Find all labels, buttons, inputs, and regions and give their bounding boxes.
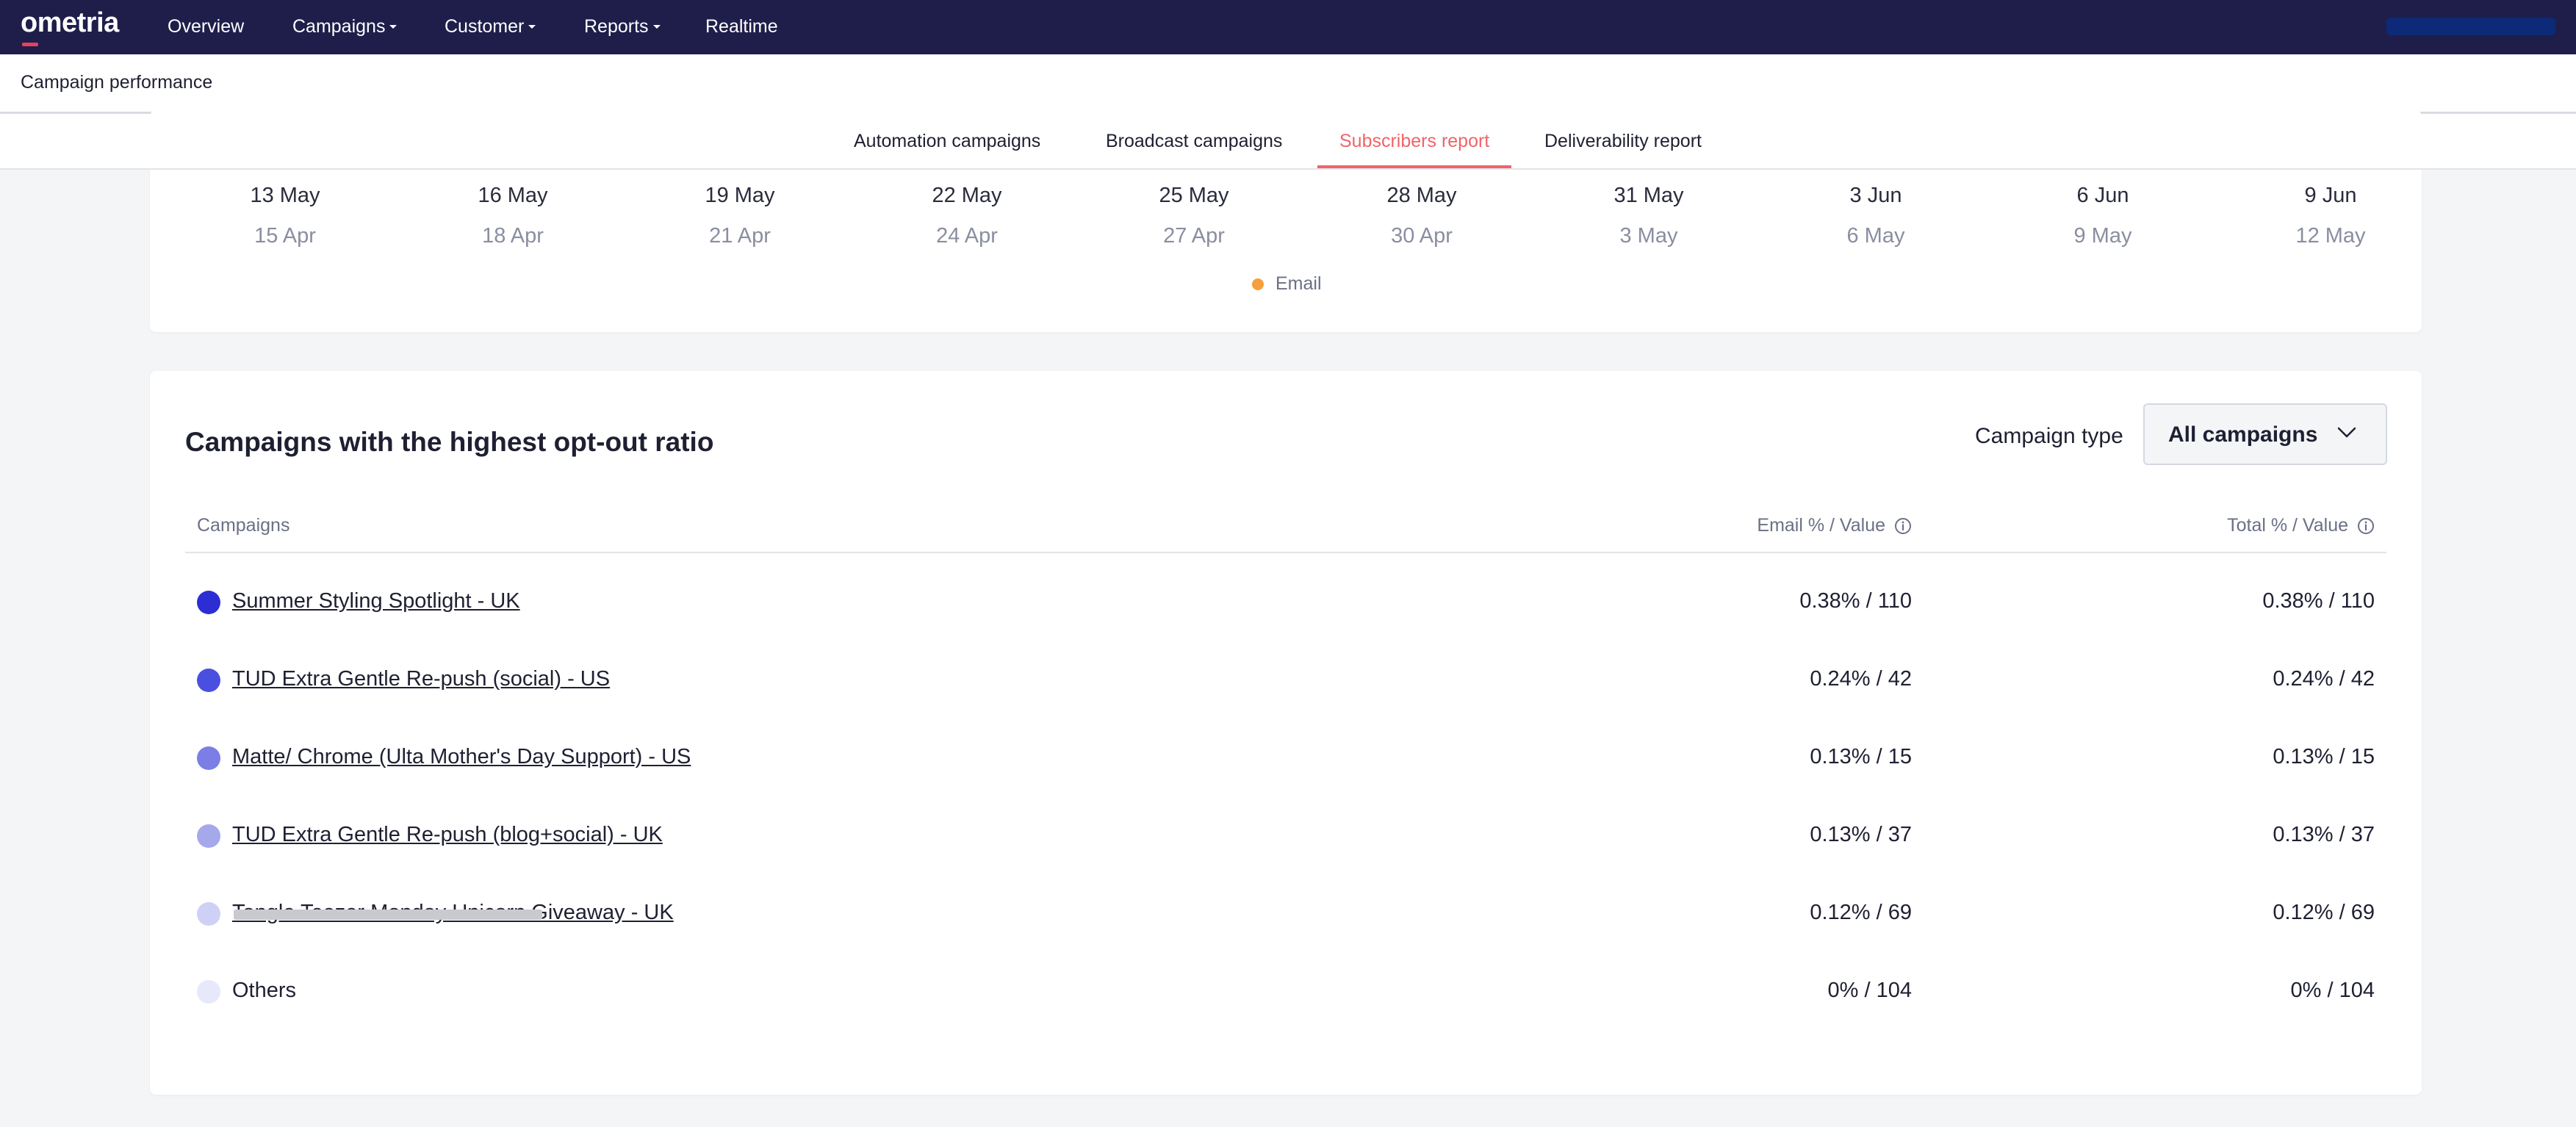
x-tick-label: 13 May xyxy=(250,184,320,207)
table-row: TUD Extra Gentle Re-push (social) - US 0… xyxy=(185,660,2386,704)
opt-out-campaigns-card: Campaigns with the highest opt-out ratio… xyxy=(150,371,2422,1095)
x-tick-label: 22 May xyxy=(932,184,1002,207)
total-value: 0.38% / 110 xyxy=(2262,589,2375,613)
x-tick-label: 3 Jun xyxy=(1849,184,1902,207)
x-tick-label-secondary: 21 Apr xyxy=(709,224,771,248)
table-row: Matte/ Chrome (Ulta Mother's Day Support… xyxy=(185,738,2386,782)
ometria-logo[interactable]: ometria xyxy=(21,7,119,39)
total-value: 0% / 104 xyxy=(2290,979,2375,1002)
x-tick-label-secondary: 6 May xyxy=(1846,224,1905,248)
campaign-color-dot xyxy=(197,591,220,614)
nav-customer-label: Customer xyxy=(445,15,525,37)
email-value: 0% / 104 xyxy=(1827,979,1912,1002)
legend-email-swatch xyxy=(1252,278,1264,290)
tab-subscribers-report[interactable]: Subscribers report xyxy=(1317,127,1512,168)
table-row: Tangle Teezer Monday Unicorn Giveaway - … xyxy=(185,893,2386,937)
campaign-type-select[interactable]: All campaigns xyxy=(2143,403,2387,465)
campaign-type-value: All campaigns xyxy=(2168,422,2318,447)
campaign-link[interactable]: TUD Extra Gentle Re-push (blog+social) -… xyxy=(232,823,663,847)
column-header-email[interactable]: Email % / Value xyxy=(1757,515,1912,536)
table-row: TUD Extra Gentle Re-push (blog+social) -… xyxy=(185,815,2386,860)
chevron-down-icon xyxy=(528,24,536,29)
total-value: 0.12% / 69 xyxy=(2273,901,2375,924)
x-tick-label-secondary: 24 Apr xyxy=(936,224,998,248)
nav-customer[interactable]: Customer xyxy=(445,13,536,40)
x-tick-label: 25 May xyxy=(1159,184,1229,207)
nav-overview-label: Overview xyxy=(168,15,245,37)
tab-deliverability-report[interactable]: Deliverability report xyxy=(1522,127,1724,168)
campaign-color-dot xyxy=(197,824,220,848)
card-title: Campaigns with the highest opt-out ratio xyxy=(185,427,714,457)
page-title: Campaign performance xyxy=(21,72,213,93)
campaign-color-dot xyxy=(197,980,220,1004)
nav-reports[interactable]: Reports xyxy=(584,13,661,40)
x-tick-label: 19 May xyxy=(705,184,775,207)
nav-reports-label: Reports xyxy=(584,15,649,37)
chevron-down-icon xyxy=(652,24,661,29)
x-tick-label-secondary: 30 Apr xyxy=(1391,224,1453,248)
nav-campaigns[interactable]: Campaigns xyxy=(292,13,397,40)
info-icon[interactable] xyxy=(2357,517,2375,535)
top-navigation: ometria Overview Campaigns Customer Repo… xyxy=(0,0,2576,54)
nav-campaigns-label: Campaigns xyxy=(292,15,386,37)
others-label: Others xyxy=(232,979,297,1002)
email-value: 0.38% / 110 xyxy=(1799,589,1912,613)
table-row: Summer Styling Spotlight - UK 0.38% / 11… xyxy=(185,582,2386,626)
x-tick-label: 16 May xyxy=(478,184,548,207)
campaign-type-label: Campaign type xyxy=(1975,424,2123,448)
email-value: 0.13% / 37 xyxy=(1810,823,1912,846)
email-value: 0.24% / 42 xyxy=(1810,667,1912,691)
column-header-campaigns[interactable]: Campaigns xyxy=(197,515,289,536)
campaign-link[interactable]: Summer Styling Spotlight - UK xyxy=(232,589,520,613)
x-tick-label-secondary: 27 Apr xyxy=(1163,224,1225,248)
table-row: Others 0% / 104 0% / 104 xyxy=(185,971,2386,1015)
x-tick-label-secondary: 9 May xyxy=(2073,224,2132,248)
nav-overview[interactable]: Overview xyxy=(168,13,244,40)
tab-automation-campaigns[interactable]: Automation campaigns xyxy=(832,127,1062,168)
table-header: Campaigns Email % / Value Total % / Valu… xyxy=(185,515,2386,553)
campaign-link[interactable]: Matte/ Chrome (Ulta Mother's Day Support… xyxy=(232,745,691,769)
x-tick-label-secondary: 18 Apr xyxy=(482,224,544,248)
x-tick-label: 6 Jun xyxy=(2076,184,2129,207)
info-icon[interactable] xyxy=(1894,517,1912,535)
x-tick-label-secondary: 12 May xyxy=(2295,224,2366,248)
tab-broadcast-campaigns[interactable]: Broadcast campaigns xyxy=(1084,127,1304,168)
x-tick-label-secondary: 15 Apr xyxy=(254,224,316,248)
campaign-color-dot xyxy=(197,669,220,692)
campaign-color-dot xyxy=(197,902,220,926)
chart-legend[interactable]: Email xyxy=(1252,273,1322,295)
total-value: 0.13% / 15 xyxy=(2273,745,2375,768)
column-header-total[interactable]: Total % / Value xyxy=(2227,515,2375,536)
nav-realtime-label: Realtime xyxy=(705,15,778,37)
page-header: Campaign performance xyxy=(0,54,2576,114)
redaction-overlay xyxy=(234,910,542,920)
logo-accent xyxy=(22,43,38,46)
campaign-link[interactable]: TUD Extra Gentle Re-push (social) - US xyxy=(232,667,610,691)
x-tick-label: 9 Jun xyxy=(2304,184,2357,207)
column-header-email-label: Email % / Value xyxy=(1757,515,1885,536)
column-header-total-label: Total % / Value xyxy=(2227,515,2348,536)
chevron-down-icon xyxy=(389,24,397,29)
x-tick-label-secondary: 3 May xyxy=(1619,224,1678,248)
x-tick-label: 28 May xyxy=(1386,184,1457,207)
account-menu[interactable] xyxy=(2386,18,2555,35)
nav-realtime[interactable]: Realtime xyxy=(705,13,778,40)
total-value: 0.24% / 42 xyxy=(2273,667,2375,691)
total-value: 0.13% / 37 xyxy=(2273,823,2375,846)
x-tick-label: 31 May xyxy=(1613,184,1684,207)
chevron-down-icon xyxy=(2337,427,2356,438)
email-value: 0.12% / 69 xyxy=(1810,901,1912,924)
report-tabs: Automation campaigns Broadcast campaigns… xyxy=(0,114,2576,170)
email-value: 0.13% / 15 xyxy=(1810,745,1912,768)
legend-email-label: Email xyxy=(1276,273,1322,294)
campaign-color-dot xyxy=(197,746,220,770)
